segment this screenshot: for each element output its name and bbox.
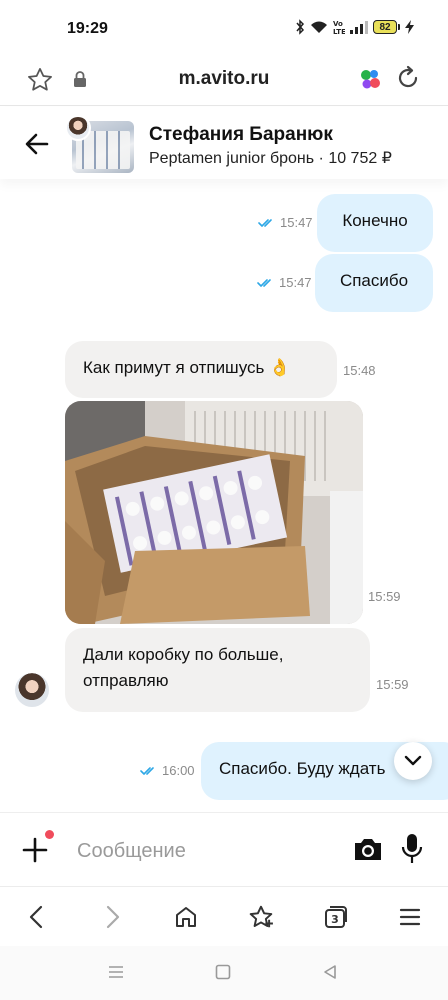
- message-photo[interactable]: [65, 401, 363, 624]
- message-text: Конечно: [342, 211, 408, 230]
- recent-apps-icon[interactable]: [107, 964, 125, 980]
- bookmarks-button[interactable]: [247, 903, 275, 931]
- message-time: 15:48: [343, 363, 376, 378]
- message-time: 15:59: [376, 677, 409, 692]
- message-time: 15:47: [280, 215, 313, 230]
- back-arrow-icon[interactable]: [24, 131, 50, 157]
- charging-icon: [405, 20, 414, 34]
- camera-icon[interactable]: [352, 836, 384, 862]
- bluetooth-icon: [296, 19, 305, 35]
- system-navigation-bar: [0, 946, 448, 1000]
- browser-address-bar: m.avito.ru: [0, 56, 448, 106]
- microphone-icon[interactable]: [401, 833, 423, 865]
- avatar[interactable]: [65, 115, 91, 141]
- avatar[interactable]: [15, 673, 49, 707]
- status-icons: Vo LTE 82: [295, 19, 414, 35]
- message-bubble-in[interactable]: Дали коробку по больше, отправляю: [65, 628, 370, 712]
- system-home-icon[interactable]: [215, 964, 231, 980]
- wifi-icon: [311, 21, 327, 33]
- read-check-icon: [257, 278, 271, 287]
- svg-text:LTE: LTE: [333, 28, 345, 35]
- browser-forward-button[interactable]: [99, 903, 127, 931]
- message-bubble-out[interactable]: Спасибо: [315, 254, 433, 312]
- message-meta: 16:00: [140, 763, 195, 778]
- message-text: Спасибо: [339, 271, 409, 290]
- read-check-icon: [140, 766, 154, 775]
- browser-back-button[interactable]: [22, 903, 50, 931]
- message-meta: 15:47: [258, 215, 313, 230]
- home-icon: [176, 907, 196, 927]
- svg-text:3: 3: [331, 913, 339, 926]
- add-attachment-button[interactable]: [22, 837, 48, 863]
- message-text: Как примут я отпишусь 👌: [83, 358, 291, 377]
- tabs-icon: 3: [325, 906, 347, 928]
- message-text-line: Дали коробку по больше,: [83, 645, 284, 664]
- message-time: 16:00: [162, 763, 195, 778]
- chevron-right-icon: [106, 905, 120, 929]
- chat-header: Стефания Баранюк Peptamen junior бронь ·…: [0, 107, 448, 179]
- photo-image: [65, 401, 363, 624]
- browser-navigation-bar: 3: [0, 886, 448, 946]
- signal-icon: [350, 21, 368, 34]
- message-composer: [0, 812, 448, 886]
- read-check-icon: [258, 218, 272, 227]
- battery-icon: 82: [373, 20, 400, 34]
- svg-text:Vo: Vo: [333, 20, 343, 28]
- message-meta: 15:59: [376, 677, 409, 692]
- bookmark-star-icon: [249, 905, 273, 928]
- message-time: 15:59: [368, 589, 401, 604]
- status-time: 19:29: [67, 20, 108, 37]
- hamburger-menu-icon: [399, 908, 421, 926]
- message-text-line: отправляю: [83, 671, 169, 690]
- battery-level: 82: [373, 20, 397, 34]
- message-bubble-out[interactable]: Конечно: [317, 194, 433, 252]
- reload-icon[interactable]: [395, 65, 421, 91]
- message-input[interactable]: [77, 837, 327, 865]
- message-meta: 15:48: [343, 363, 376, 378]
- system-back-icon[interactable]: [322, 964, 338, 980]
- message-meta: 15:59: [368, 589, 401, 604]
- notification-dot: [45, 830, 54, 839]
- scroll-down-button[interactable]: [394, 742, 432, 780]
- status-bar: 19:29 Vo LTE 82: [0, 0, 448, 56]
- message-list[interactable]: 15:47 Конечно 15:47 Спасибо Как примут я…: [0, 180, 448, 810]
- chevron-left-icon: [29, 905, 43, 929]
- tabs-button[interactable]: 3: [322, 903, 350, 931]
- browser-app-icon[interactable]: [359, 68, 381, 90]
- message-text: Спасибо. Буду ждать: [219, 759, 386, 778]
- message-bubble-in[interactable]: Как примут я отпишусь 👌: [65, 341, 337, 398]
- contact-name[interactable]: Стефания Баранюк: [149, 124, 333, 146]
- volte-icon: VoLTE: [333, 20, 345, 35]
- message-meta: 15:47: [257, 275, 312, 290]
- listing-title[interactable]: Peptamen junior бронь · 10 752 ₽: [149, 148, 392, 168]
- home-button[interactable]: [172, 903, 200, 931]
- chevron-down-icon: [404, 755, 422, 766]
- message-time: 15:47: [279, 275, 312, 290]
- browser-menu-button[interactable]: [396, 903, 424, 931]
